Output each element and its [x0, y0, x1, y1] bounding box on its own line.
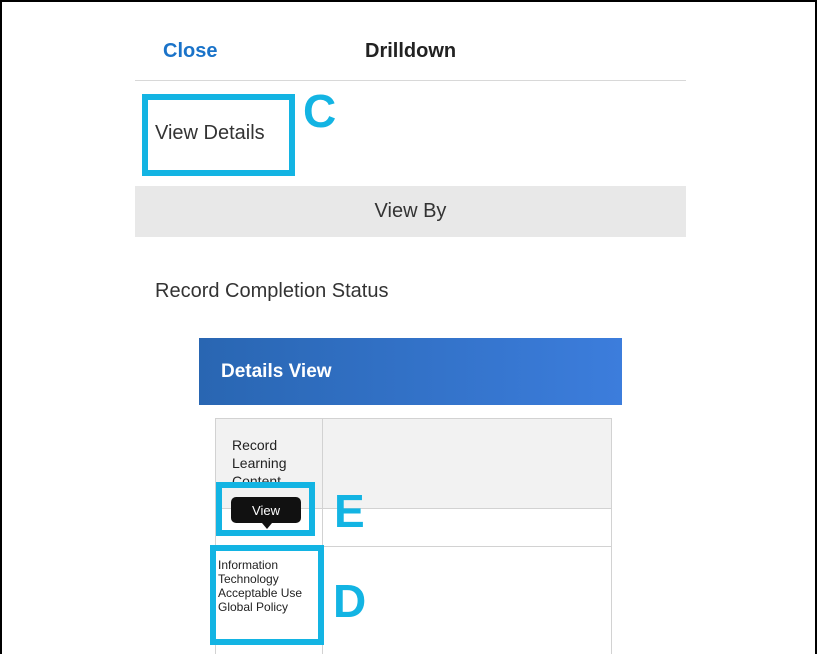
details-view-header: Details View — [199, 338, 622, 405]
page-title: Drilldown — [365, 40, 457, 62]
close-button[interactable]: Close — [163, 40, 217, 63]
annotation-letter-d: D — [333, 575, 367, 627]
annotation-box-c — [142, 94, 295, 176]
header-divider — [135, 80, 686, 81]
record-completion-status-label: Record Completion Status — [155, 280, 389, 302]
annotation-letter-e: E — [334, 485, 365, 537]
view-by-label: View By — [374, 200, 447, 222]
annotation-box-e — [216, 482, 315, 536]
details-view-title: Details View — [221, 360, 332, 382]
view-by-button[interactable]: View By — [135, 186, 686, 237]
annotation-letter-c: C — [303, 85, 337, 137]
annotation-box-d — [210, 545, 324, 645]
